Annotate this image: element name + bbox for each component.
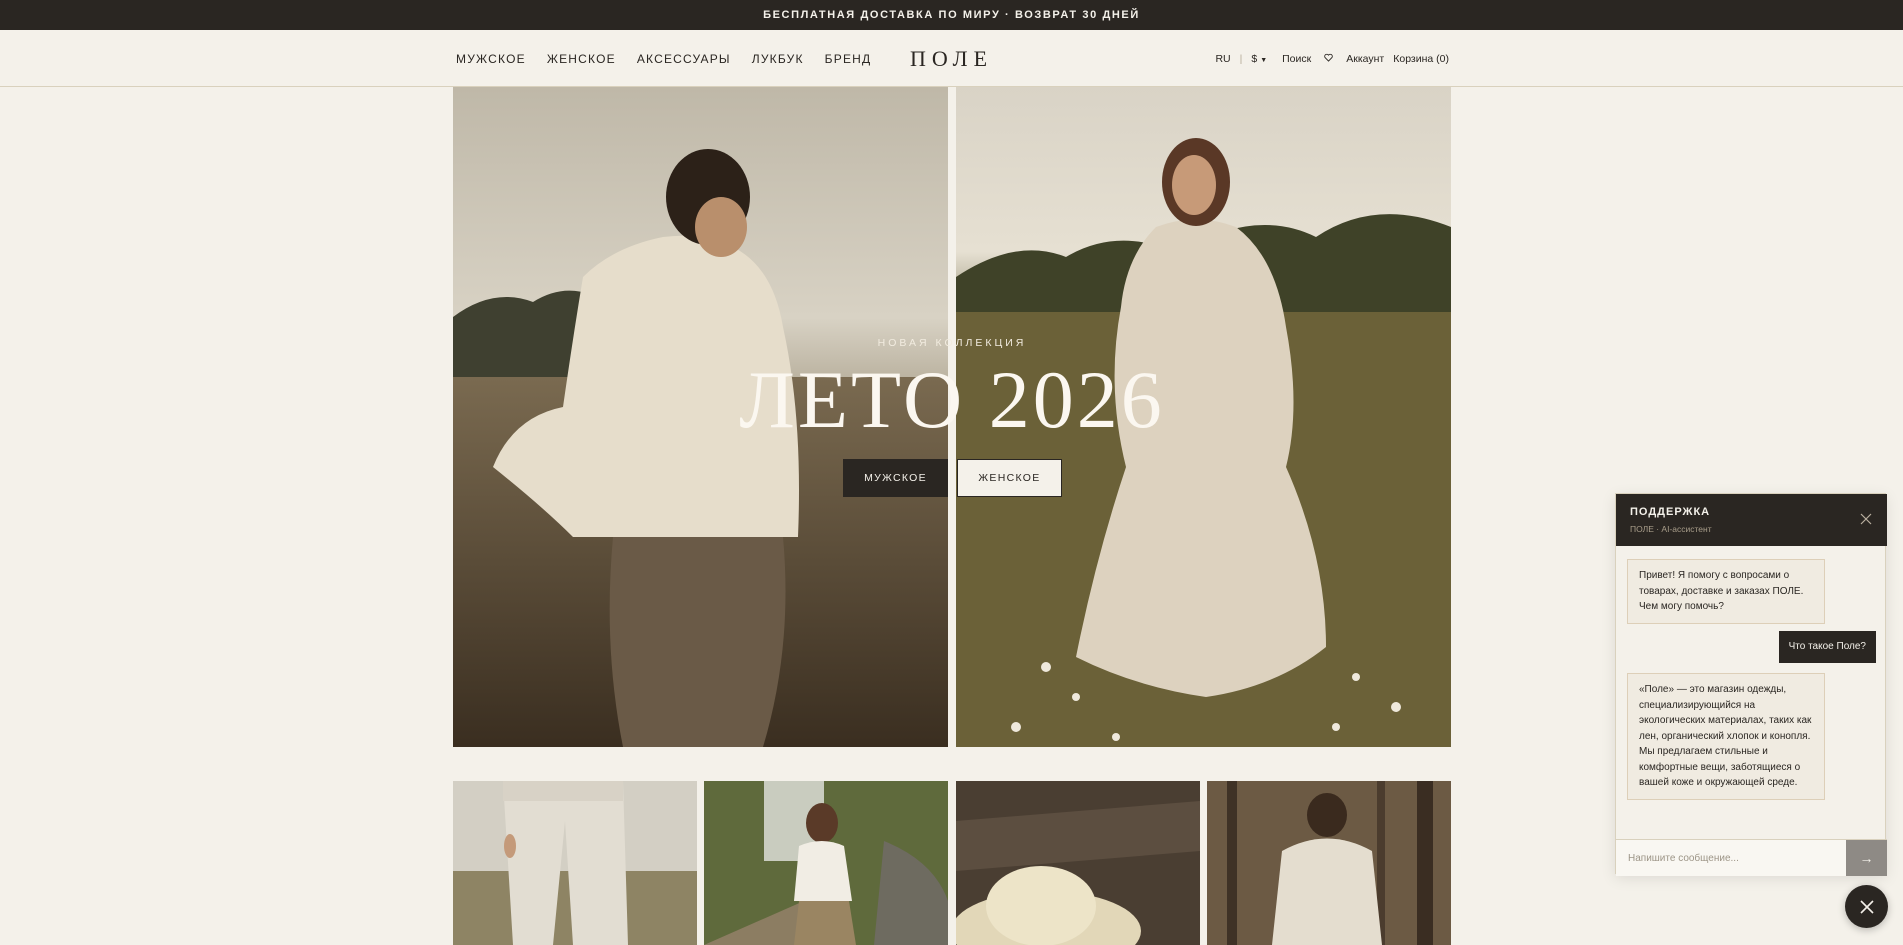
hero-image-men <box>453 87 948 747</box>
close-icon[interactable] <box>1857 510 1875 528</box>
search-link[interactable]: Поиск <box>1282 53 1311 65</box>
chat-subtitle: ПОЛЕ · AI-ассистент <box>1630 524 1712 534</box>
chat-message-bot: Привет! Я помогу с вопросами о товарах, … <box>1627 559 1825 624</box>
announcement-bar: БЕСПЛАТНАЯ ДОСТАВКА ПО МИРУ · ВОЗВРАТ 30… <box>0 0 1903 30</box>
chat-message-bot: «Поле» — это магазин одежды, специализир… <box>1627 673 1825 800</box>
chevron-down-icon: ▼ <box>1260 56 1268 64</box>
chat-title: ПОДДЕРЖКА <box>1630 506 1711 518</box>
hero-women-button[interactable]: ЖЕНСКОЕ <box>957 459 1062 497</box>
chat-input-row: → <box>1616 839 1887 876</box>
site-logo[interactable]: ПОЛЕ <box>910 46 993 72</box>
chat-header: ПОДДЕРЖКА ПОЛЕ · AI-ассистент <box>1616 494 1887 546</box>
announcement-text: БЕСПЛАТНАЯ ДОСТАВКА ПО МИРУ · ВОЗВРАТ 30… <box>763 9 1140 21</box>
nav-accessories[interactable]: АКСЕССУАРЫ <box>637 52 731 66</box>
heart-icon[interactable] <box>1324 53 1333 65</box>
chat-messages: Привет! Я помогу с вопросами о товарах, … <box>1616 546 1887 831</box>
chat-message-input[interactable] <box>1616 840 1846 876</box>
currency-selector[interactable]: $ ▼ <box>1251 53 1267 65</box>
nav-men[interactable]: МУЖСКОЕ <box>456 52 526 66</box>
logo-wrap: ПОЛЕ <box>0 30 1903 87</box>
product-tile-hoodie[interactable] <box>1207 781 1451 945</box>
hero-men-button[interactable]: МУЖСКОЕ <box>843 459 948 497</box>
send-button[interactable]: → <box>1846 840 1887 876</box>
account-link[interactable]: Аккаунт <box>1346 53 1384 65</box>
product-tile-straw-hat[interactable] <box>956 781 1200 945</box>
nav-women[interactable]: ЖЕНСКОЕ <box>547 52 616 66</box>
support-chat-window: ПОДДЕРЖКА ПОЛЕ · AI-ассистент Привет! Я … <box>1615 493 1887 876</box>
header-utilities: RU | $ ▼ Поиск Аккаунт Корзина (0) <box>1215 30 1449 87</box>
hero-section: НОВАЯ КОЛЛЕКЦИЯ ЛЕТО 2026 МУЖСКОЕ ЖЕНСКО… <box>453 87 1451 747</box>
product-tile-women-outfit[interactable] <box>704 781 948 945</box>
site-header: МУЖСКОЕ ЖЕНСКОЕ АКСЕССУАРЫ ЛУКБУК БРЕНД … <box>0 30 1903 87</box>
main-nav: МУЖСКОЕ ЖЕНСКОЕ АКСЕССУАРЫ ЛУКБУК БРЕНД <box>456 30 871 87</box>
chat-toggle-button[interactable] <box>1845 885 1888 928</box>
close-icon <box>1859 899 1874 914</box>
chat-message-user: Что такое Поле? <box>1778 631 1876 663</box>
product-tile-linen-pants[interactable] <box>453 781 697 945</box>
product-grid <box>453 781 1451 945</box>
nav-lookbook[interactable]: ЛУКБУК <box>752 52 804 66</box>
hero-image-women <box>956 87 1451 747</box>
language-selector[interactable]: RU <box>1215 53 1230 65</box>
nav-brand[interactable]: БРЕНД <box>825 52 872 66</box>
divider: | <box>1239 52 1243 65</box>
currency-value: $ <box>1251 52 1258 65</box>
cart-link[interactable]: Корзина (0) <box>1393 53 1449 65</box>
